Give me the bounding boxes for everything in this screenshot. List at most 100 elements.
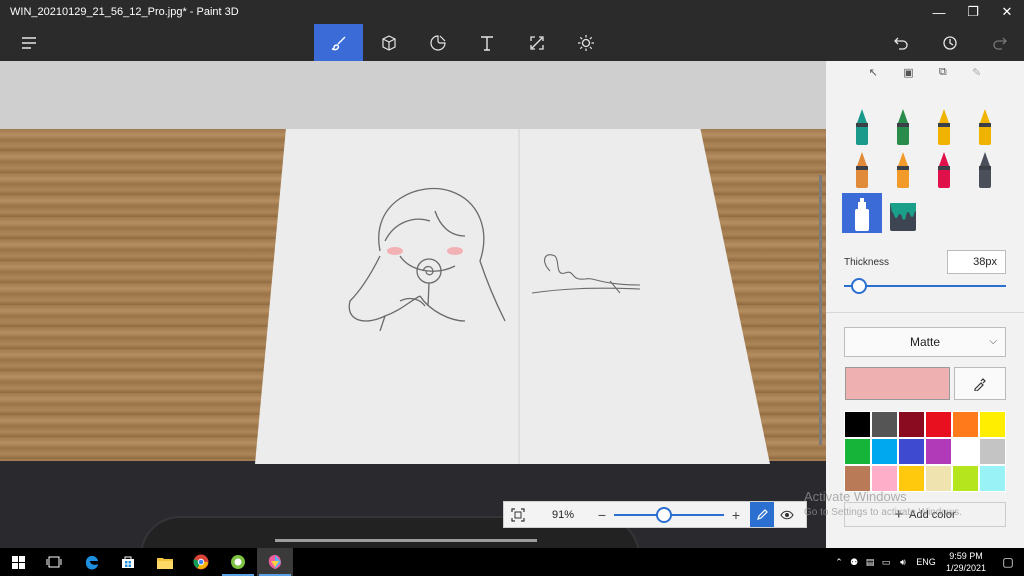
eraser-icon: [938, 152, 950, 188]
brush-watercolor[interactable]: [965, 107, 1005, 147]
material-dropdown[interactable]: Matte ⌵: [844, 327, 1006, 357]
close-button[interactable]: ✕: [990, 0, 1024, 24]
clock-time: 9:59 PM: [949, 551, 983, 561]
current-color-swatch[interactable]: [845, 367, 950, 400]
spray-can-icon: [855, 198, 869, 231]
effects-sun-icon: [577, 34, 594, 51]
color-swatch[interactable]: [844, 465, 871, 492]
fit-to-screen-button[interactable]: [504, 507, 532, 522]
brush-eraser[interactable]: [924, 150, 964, 190]
taskbar-chrome[interactable]: [183, 548, 219, 576]
greenshot-icon: [231, 555, 245, 569]
sticker-icon: [429, 34, 446, 51]
color-swatch[interactable]: [925, 411, 952, 438]
taskbar-file-explorer[interactable]: [147, 548, 183, 576]
people-icon[interactable]: ⚉: [846, 557, 862, 568]
tab-brushes[interactable]: [314, 24, 363, 61]
color-swatch[interactable]: [844, 438, 871, 465]
fill-bucket-icon: [890, 203, 916, 231]
brush-pixel-pen[interactable]: [842, 150, 882, 190]
zoom-out-button[interactable]: −: [594, 507, 610, 523]
brushes-panel: ↖ ▣ ⧉ ✎ Thickness 38px Matte ⌵ + Add col…: [826, 61, 1024, 548]
panel-divider: [826, 312, 1024, 313]
zoom-slider-thumb[interactable]: [656, 506, 672, 523]
hamburger-icon: [21, 36, 36, 49]
history-button[interactable]: [925, 24, 974, 61]
color-swatch[interactable]: [871, 438, 898, 465]
marker-icon: [856, 109, 868, 145]
color-swatch[interactable]: [898, 438, 925, 465]
vertical-scrollbar[interactable]: [819, 175, 822, 445]
drawing-canvas[interactable]: [0, 61, 826, 548]
brush-spray-can[interactable]: [842, 193, 882, 233]
maximize-button[interactable]: ❐: [956, 0, 990, 24]
tab-3d-shapes[interactable]: [364, 24, 413, 61]
zoom-slider[interactable]: [614, 506, 724, 523]
brush-pencil[interactable]: [883, 150, 923, 190]
file-explorer-icon: [157, 557, 173, 569]
draw-mode-button[interactable]: [750, 502, 774, 527]
horizontal-scrollbar[interactable]: [275, 539, 537, 542]
start-button[interactable]: [0, 548, 36, 576]
view-mode-button[interactable]: [774, 510, 800, 520]
thickness-slider-thumb[interactable]: [851, 278, 867, 294]
edit-icon[interactable]: ✎: [972, 66, 981, 79]
color-swatch[interactable]: [952, 465, 979, 492]
window-title: WIN_20210129_21_56_12_Pro.jpg* - Paint 3…: [10, 6, 239, 18]
taskbar-edge[interactable]: [74, 548, 110, 576]
watercolor-icon: [979, 109, 991, 145]
battery-icon[interactable]: ▭: [878, 557, 894, 568]
color-swatch[interactable]: [925, 465, 952, 492]
taskbar-store[interactable]: [110, 548, 146, 576]
fit-screen-icon: [511, 507, 525, 522]
brush-oil-brush[interactable]: [924, 107, 964, 147]
copy-icon[interactable]: ⧉: [939, 66, 947, 79]
eyedropper-button[interactable]: [954, 367, 1006, 400]
task-view-button[interactable]: [36, 548, 72, 576]
clock[interactable]: 9:59 PM 1/29/2021: [940, 550, 992, 574]
paint3d-window: WIN_20210129_21_56_12_Pro.jpg* - Paint 3…: [0, 0, 1024, 576]
network-icon[interactable]: ▤: [862, 557, 878, 568]
brush-calligraphy-pen[interactable]: [883, 107, 923, 147]
thickness-slider-track: [844, 285, 1006, 287]
minimize-button[interactable]: —: [922, 0, 956, 24]
crop-icon[interactable]: ▣: [903, 66, 913, 79]
thickness-slider[interactable]: [844, 277, 1006, 295]
redo-button[interactable]: [975, 24, 1024, 61]
color-swatch[interactable]: [952, 411, 979, 438]
tab-canvas[interactable]: [512, 24, 561, 61]
taskbar-greenshot[interactable]: [220, 548, 256, 576]
menu-button[interactable]: [4, 24, 53, 61]
crayon-icon: [979, 152, 991, 188]
color-swatch[interactable]: [844, 411, 871, 438]
chevron-up-icon[interactable]: ⌃: [832, 557, 846, 568]
select-icon[interactable]: ↖: [869, 66, 878, 79]
eye-icon: [780, 510, 794, 519]
zoom-in-button[interactable]: +: [728, 507, 744, 523]
color-swatch[interactable]: [925, 438, 952, 465]
language-indicator[interactable]: ENG: [912, 557, 940, 567]
undo-button[interactable]: [876, 24, 925, 61]
color-swatch[interactable]: [952, 438, 979, 465]
color-swatch[interactable]: [898, 411, 925, 438]
brush-crayon[interactable]: [965, 150, 1005, 190]
color-swatch[interactable]: [979, 465, 1006, 492]
tab-stickers[interactable]: [413, 24, 462, 61]
pencil-sketch-drawing: [348, 187, 641, 331]
chevron-down-icon: ⌵: [989, 336, 997, 347]
color-swatch[interactable]: [979, 411, 1006, 438]
tab-effects[interactable]: [561, 24, 610, 61]
taskbar-paint-3d[interactable]: [257, 548, 293, 576]
color-swatch[interactable]: [871, 411, 898, 438]
color-swatch[interactable]: [898, 465, 925, 492]
thickness-input[interactable]: 38px: [947, 250, 1006, 274]
tab-text[interactable]: [462, 24, 511, 61]
color-swatch[interactable]: [871, 465, 898, 492]
zoom-percent: 91%: [551, 508, 575, 521]
brush-fill[interactable]: [883, 193, 923, 233]
color-swatch[interactable]: [979, 438, 1006, 465]
volume-icon[interactable]: 🔊︎: [894, 557, 912, 568]
notifications-icon[interactable]: ▢: [992, 555, 1024, 569]
brush-marker[interactable]: [842, 107, 882, 147]
windows-taskbar: ⌃ ⚉ ▤ ▭ 🔊︎ ENG 9:59 PM 1/29/2021 ▢: [0, 548, 1024, 576]
